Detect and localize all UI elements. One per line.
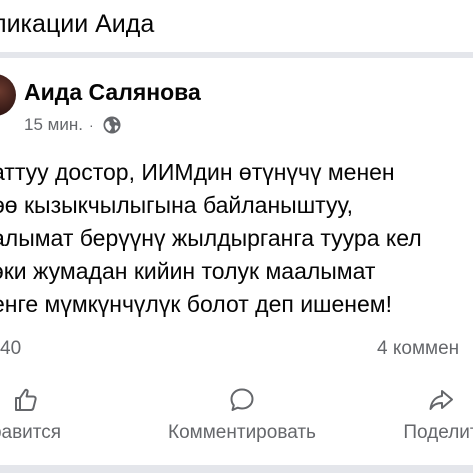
post-text-line: енге мүмкүнчүлүк болот деп ишенем! — [0, 291, 392, 317]
thumbs-up-icon — [15, 388, 37, 411]
comment-bubble-icon — [230, 388, 254, 411]
page-title: ликации Аида — [0, 10, 155, 38]
comments-count[interactable]: 4 коммен — [377, 338, 459, 360]
share-button[interactable]: Поделит — [386, 386, 473, 448]
comment-label: Комментировать — [168, 422, 316, 443]
header-divider — [0, 52, 473, 58]
reactions-count[interactable]: 40 — [0, 338, 21, 360]
post-meta: 15 мин. · — [24, 114, 122, 136]
globe-icon[interactable] — [102, 115, 122, 135]
meta-separator: · — [88, 117, 94, 133]
post-screen: ликации Аида Аида Салянова 15 мин. · атт… — [0, 0, 473, 473]
avatar[interactable] — [0, 74, 16, 116]
post-author[interactable]: Аида Салянова — [24, 79, 201, 106]
post-text-line: алымат берүүнү жылдырганга туура кел — [0, 225, 422, 251]
comment-button[interactable]: Комментировать — [152, 386, 332, 448]
bottom-divider — [0, 465, 473, 473]
share-label: Поделит — [403, 422, 473, 443]
post-text-line: эки жумадан кийин толук маалымат — [0, 258, 376, 284]
post-text-line: өө кызыкчылыгына байланыштуу, — [0, 192, 354, 218]
share-arrow-icon — [429, 390, 453, 410]
like-label: равится — [0, 422, 62, 443]
like-button[interactable]: равится — [0, 386, 82, 448]
post-text-line: аттуу достор, ИИМдин өтүнүчү менен — [0, 159, 395, 185]
post-text: аттуу достор, ИИМдин өтүнүчү менен өө кы… — [0, 156, 473, 321]
post-time[interactable]: 15 мин. — [24, 115, 83, 135]
